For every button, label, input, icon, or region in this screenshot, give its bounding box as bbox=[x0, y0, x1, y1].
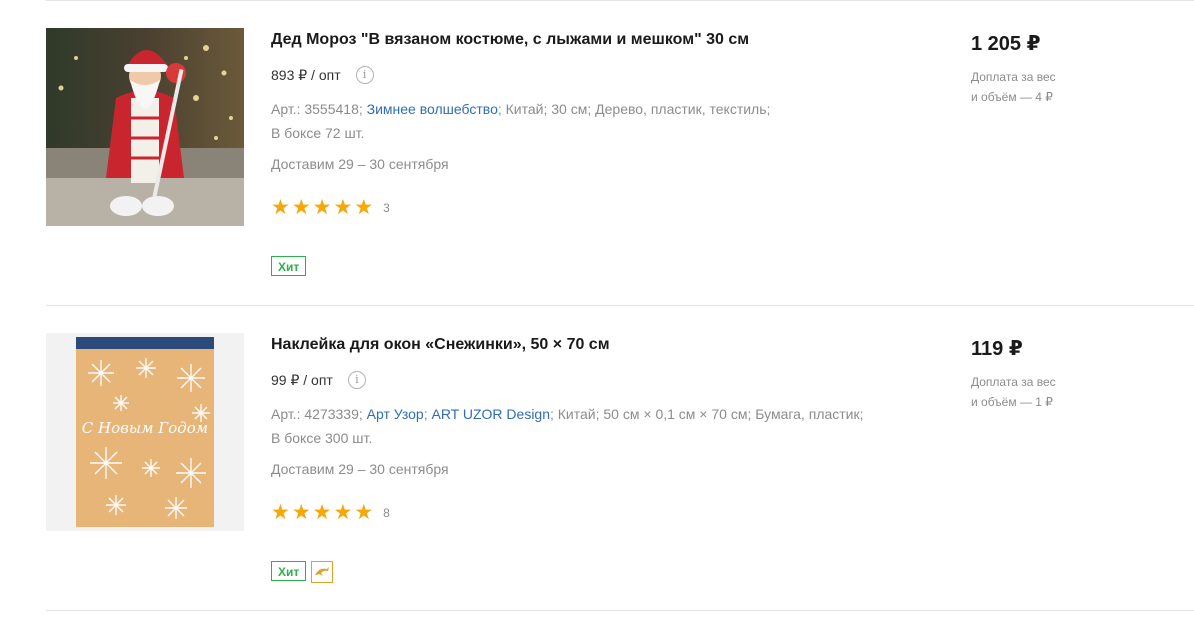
opt-price: 893 ₽ / опт bbox=[271, 66, 341, 83]
product-card: С Новым Годом Наклейка для окон «Снежинк… bbox=[46, 305, 1194, 610]
surcharge-line-2: и объём — 1 ₽ bbox=[971, 395, 1053, 409]
review-count[interactable]: 3 bbox=[383, 201, 390, 215]
article-number: Арт.: 4273339; bbox=[271, 406, 363, 422]
opt-price-row: 99 ₽ / опт i bbox=[271, 371, 366, 389]
surcharge-note: Доплата за вес и объём — 4 ₽ bbox=[971, 67, 1091, 107]
product-details: ; Китай; 50 см × 0,1 см × 70 см; Бумага,… bbox=[550, 406, 864, 422]
product-attributes: Арт.: 4273339; Арт Узор; ART UZOR Design… bbox=[271, 406, 864, 446]
santa-figure-image bbox=[46, 28, 244, 226]
opt-price-row: 893 ₽ / опт i bbox=[271, 66, 374, 84]
price: 119 ₽ bbox=[971, 338, 1023, 360]
star-icon: ★ bbox=[291, 196, 311, 219]
star-icon: ★ bbox=[271, 501, 290, 524]
product-title[interactable]: Наклейка для окон «Снежинки», 50 × 70 см bbox=[271, 336, 610, 354]
brand-link[interactable]: Зимнее волшебство bbox=[367, 101, 498, 117]
price: 1 205 ₽ bbox=[971, 33, 1041, 55]
dolphin-icon bbox=[311, 561, 334, 583]
badges: Хит bbox=[271, 561, 334, 583]
product-title[interactable]: Дед Мороз "В вязаном костюме, с лыжами и… bbox=[271, 31, 749, 49]
review-count[interactable]: 8 bbox=[383, 506, 390, 520]
star-icon: ★ bbox=[333, 501, 353, 524]
rating[interactable]: ★ ★ ★ ★ ★ 8 bbox=[271, 502, 390, 524]
surcharge-line-1: Доплата за вес bbox=[971, 70, 1056, 84]
star-icon: ★ bbox=[354, 501, 374, 524]
product-details: ; Китай; 30 см; Дерево, пластик, текстил… bbox=[497, 101, 771, 117]
star-icon: ★ bbox=[291, 501, 311, 524]
box-quantity: В боксе 72 шт. bbox=[271, 125, 365, 141]
opt-price: 99 ₽ / опт bbox=[271, 371, 333, 388]
info-icon[interactable]: i bbox=[355, 66, 374, 84]
article-number: Арт.: 3555418; bbox=[271, 101, 363, 117]
divider bbox=[46, 610, 1194, 611]
hit-badge: Хит bbox=[271, 256, 307, 276]
hit-badge: Хит bbox=[271, 561, 307, 581]
star-icon: ★ bbox=[312, 501, 332, 524]
product-image-sticker[interactable]: С Новым Годом bbox=[46, 333, 244, 531]
star-icon: ★ bbox=[312, 196, 332, 219]
delivery-date: Доставим 29 – 30 сентября bbox=[271, 156, 449, 172]
star-icon: ★ bbox=[271, 196, 290, 219]
sticker-greeting-text: С Новым Годом bbox=[82, 419, 208, 437]
snowflake-sticker-image: С Новым Годом bbox=[46, 333, 244, 531]
delivery-date: Доставим 29 – 30 сентября bbox=[271, 461, 449, 477]
badges: Хит bbox=[271, 256, 307, 276]
product-attributes: Арт.: 3555418; Зимнее волшебство; Китай;… bbox=[271, 97, 891, 145]
star-icon: ★ bbox=[354, 196, 374, 219]
surcharge-line-1: Доплата за вес bbox=[971, 375, 1056, 389]
product-image-santa[interactable] bbox=[46, 28, 244, 226]
brand-link-2[interactable]: ART UZOR Design bbox=[431, 406, 550, 422]
surcharge-line-2: и объём — 4 ₽ bbox=[971, 90, 1053, 104]
box-quantity: В боксе 300 шт. bbox=[271, 430, 373, 446]
brand-link[interactable]: Арт Узор bbox=[367, 406, 424, 422]
product-list: Дед Мороз "В вязаном костюме, с лыжами и… bbox=[0, 0, 1194, 619]
info-icon[interactable]: i bbox=[347, 371, 366, 389]
product-card: Дед Мороз "В вязаном костюме, с лыжами и… bbox=[46, 0, 1194, 305]
star-icon: ★ bbox=[333, 196, 353, 219]
rating[interactable]: ★ ★ ★ ★ ★ 3 bbox=[271, 197, 390, 219]
surcharge-note: Доплата за вес и объём — 1 ₽ bbox=[971, 372, 1091, 412]
